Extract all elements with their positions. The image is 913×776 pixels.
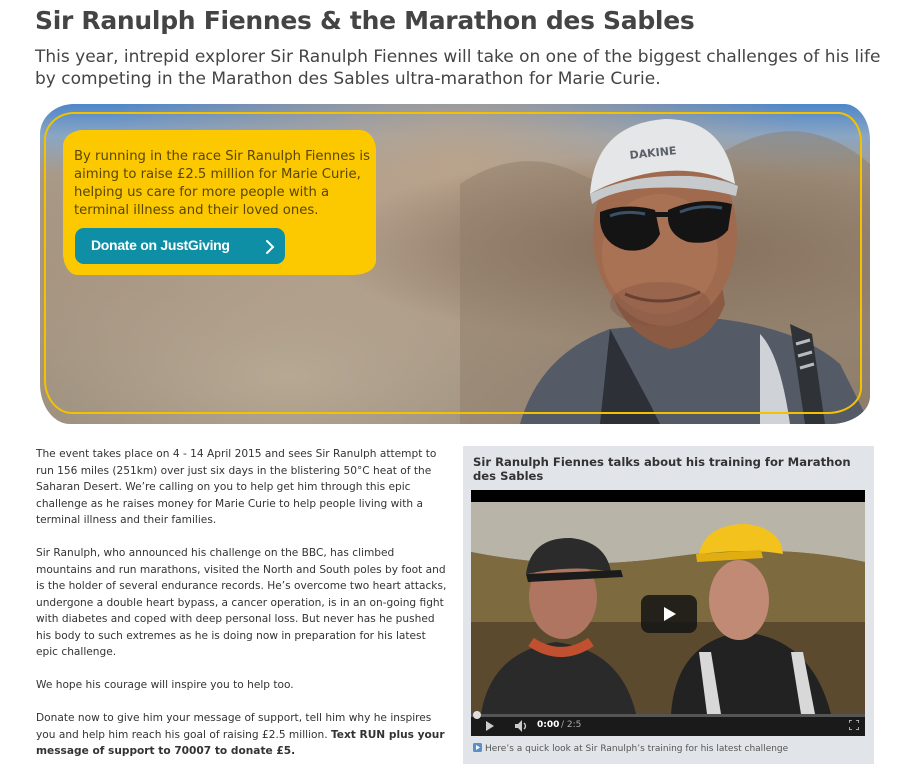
video-player[interactable]: 0:00 / 2:5 xyxy=(471,490,865,736)
hero-photo: DAKINE xyxy=(460,119,870,424)
donation-callout: By running in the race Sir Ranulph Fienn… xyxy=(63,130,376,275)
video-controls: 0:00 / 2:5 xyxy=(471,711,865,736)
video-caption-text: Here’s a quick look at Sir Ranulph’s tra… xyxy=(485,744,789,754)
donate-button-label: Donate on JustGiving xyxy=(91,237,230,253)
video-panel: Sir Ranulph Fiennes talks about his trai… xyxy=(463,446,874,764)
article-body: The event takes place on 4 - 14 April 20… xyxy=(36,446,450,776)
time-current: 0:00 xyxy=(537,720,560,730)
article-paragraph: Sir Ranulph, who announced his challenge… xyxy=(36,547,447,658)
article-paragraph: Donate now to give him your message of s… xyxy=(36,710,450,760)
video-caption: Here’s a quick look at Sir Ranulph’s tra… xyxy=(473,743,788,754)
fullscreen-icon[interactable] xyxy=(849,720,859,730)
chevron-right-icon xyxy=(266,240,275,254)
article-paragraph: We hope his courage will inspire you to … xyxy=(36,679,294,691)
time-total: / 2:5 xyxy=(561,720,582,730)
video-caption-icon xyxy=(473,743,482,752)
play-icon xyxy=(664,607,676,621)
play-small-icon[interactable] xyxy=(485,721,495,731)
progress-bar[interactable] xyxy=(471,711,865,719)
progress-knob[interactable] xyxy=(473,711,481,719)
play-button[interactable] xyxy=(641,595,697,633)
page-title: Sir Ranulph Fiennes & the Marathon des S… xyxy=(35,6,695,35)
article-paragraph: The event takes place on 4 - 14 April 20… xyxy=(36,448,437,526)
intro-text: This year, intrepid explorer Sir Ranulph… xyxy=(35,47,881,89)
callout-text: By running in the race Sir Ranulph Fienn… xyxy=(74,149,370,218)
volume-icon[interactable] xyxy=(515,720,529,732)
donate-justgiving-button[interactable]: Donate on JustGiving xyxy=(75,228,285,264)
video-title: Sir Ranulph Fiennes talks about his trai… xyxy=(473,455,851,483)
